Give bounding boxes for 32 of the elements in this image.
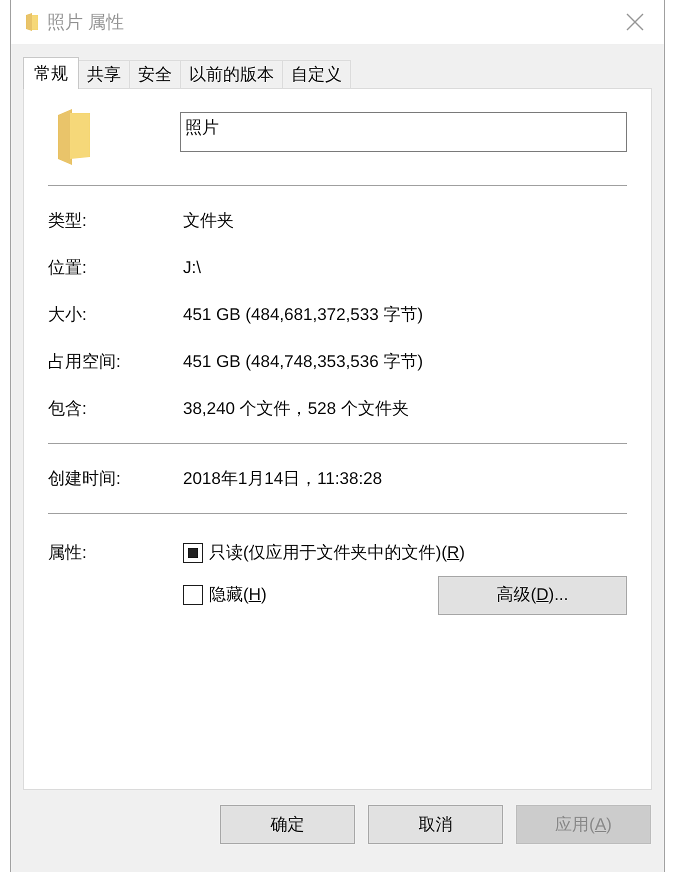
property-label: 属性: [48, 542, 88, 564]
dialog-button[interactable]: 确定 [220, 805, 355, 844]
property-label: 包含: [48, 398, 88, 420]
property-label: 类型: [48, 210, 88, 232]
property-value: J:\ [183, 256, 201, 279]
property-value: 38,240 个文件，528 个文件夹 [183, 398, 409, 420]
checkbox-label: 只读(仅应用于文件夹中的文件)(R) [209, 542, 465, 564]
property-label: 占用空间: [48, 350, 122, 373]
tab[interactable]: 自定义 [283, 60, 351, 88]
tab[interactable]: 以前的版本 [181, 60, 283, 88]
tab[interactable]: 常规 [23, 57, 79, 89]
folder-icon [56, 109, 92, 165]
folder-icon [25, 13, 39, 31]
checkbox-box[interactable] [183, 585, 203, 605]
advanced-button[interactable]: 高级(D)... [438, 576, 627, 614]
property-value: 2018年1月14日，11:38:28 [183, 468, 382, 490]
property-value: 451 GB (484,748,353,536 字节) [183, 350, 424, 373]
checkbox-label: 隐藏(H) [209, 584, 267, 606]
window-title: 照片 属性 [47, 10, 124, 34]
property-value: 451 GB (484,681,372,533 字节) [183, 304, 424, 326]
checkbox[interactable]: 隐藏(H) [183, 582, 267, 608]
tab[interactable]: 安全 [130, 60, 181, 88]
checkbox-box[interactable] [183, 542, 203, 563]
close-icon [626, 13, 644, 31]
dialog-button[interactable]: 取消 [368, 805, 503, 844]
property-value: 文件夹 [183, 210, 234, 232]
property-label: 大小: [48, 304, 88, 326]
tab[interactable]: 共享 [79, 60, 130, 88]
name-field[interactable]: 照片 [180, 112, 627, 152]
property-label: 位置: [48, 256, 88, 279]
checkbox[interactable]: 只读(仅应用于文件夹中的文件)(R) [183, 540, 627, 566]
property-label: 创建时间: [48, 468, 122, 490]
